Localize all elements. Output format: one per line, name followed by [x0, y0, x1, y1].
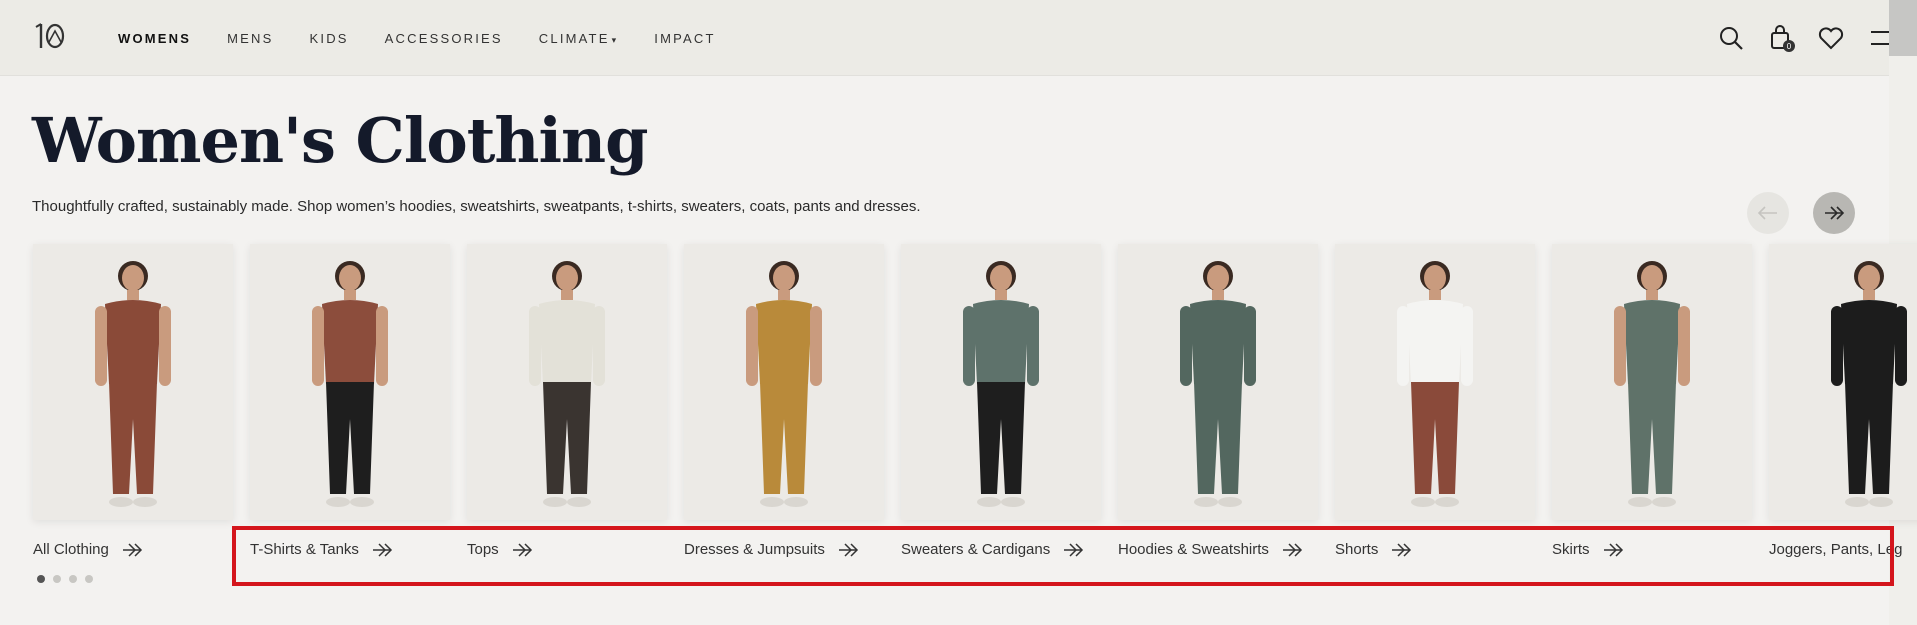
search-icon[interactable]: [1717, 24, 1745, 52]
pagination-dot[interactable]: [53, 575, 61, 583]
cart-count-badge: 0: [1787, 42, 1792, 51]
nav-item-label: WOMENS: [118, 30, 192, 46]
nav-item-impact[interactable]: IMPACT: [654, 31, 715, 46]
pagination-dot[interactable]: [85, 575, 93, 583]
main-nav: WOMENS MENS KIDS ACCESSORIES CLIMATE ▾ IMPACT: [118, 0, 752, 76]
product-figure: [1335, 244, 1535, 520]
nav-item-womens[interactable]: WOMENS: [118, 31, 191, 46]
wishlist-heart-icon[interactable]: [1817, 24, 1845, 52]
carousel-next-button[interactable]: [1813, 192, 1855, 234]
category-card-image[interactable]: [684, 244, 884, 520]
category-card-image[interactable]: [1552, 244, 1752, 520]
product-figure: [1552, 244, 1752, 520]
carousel-pagination: [37, 575, 101, 583]
pagination-dot[interactable]: [37, 575, 45, 583]
category-card-image[interactable]: [250, 244, 450, 520]
category-card-image[interactable]: [1335, 244, 1535, 520]
pagination-dot[interactable]: [69, 575, 77, 583]
brand-logo-icon[interactable]: [32, 22, 68, 50]
category-card-image[interactable]: [1769, 244, 1917, 520]
nav-item-label: KIDS: [309, 30, 349, 46]
scrollbar-thumb[interactable]: [1889, 0, 1917, 56]
category-card-image[interactable]: [901, 244, 1101, 520]
caret-down-icon: ▾: [611, 34, 619, 45]
category-link[interactable]: All Clothing: [33, 541, 143, 558]
nav-item-label: MENS: [227, 30, 274, 46]
nav-item-accessories[interactable]: ACCESSORIES: [385, 31, 503, 46]
nav-item-label: IMPACT: [654, 30, 716, 46]
highlight-box: [232, 526, 1894, 586]
nav-item-label: CLIMATE: [538, 30, 610, 46]
nav-item-kids[interactable]: KIDS: [310, 31, 349, 46]
category-card-image[interactable]: [1118, 244, 1318, 520]
category-card-image[interactable]: [33, 244, 233, 520]
product-figure: [33, 244, 233, 520]
page-subtitle: Thoughtfully crafted, sustainably made. …: [32, 198, 921, 215]
nav-item-climate[interactable]: CLIMATE ▾: [539, 31, 619, 46]
double-arrow-right-icon: [122, 542, 142, 557]
top-navigation-bar: WOMENS MENS KIDS ACCESSORIES CLIMATE ▾ IMPACT …: [0, 0, 1917, 76]
carousel-prev-button[interactable]: [1747, 192, 1789, 234]
product-figure: [250, 244, 450, 520]
product-figure: [467, 244, 667, 520]
nav-item-label: ACCESSORIES: [384, 30, 503, 46]
nav-item-mens[interactable]: MENS: [227, 31, 273, 46]
product-figure: [901, 244, 1101, 520]
category-link-label: All Clothing: [33, 541, 109, 558]
page-title: Women's Clothing: [32, 104, 648, 177]
arrow-right-icon: [1825, 206, 1845, 220]
category-card-image[interactable]: [467, 244, 667, 520]
product-figure: [1118, 244, 1318, 520]
arrow-left-icon: [1757, 206, 1777, 220]
product-figure: [684, 244, 884, 520]
shopping-bag-icon[interactable]: 0: [1767, 24, 1795, 52]
product-figure: [1769, 244, 1917, 520]
